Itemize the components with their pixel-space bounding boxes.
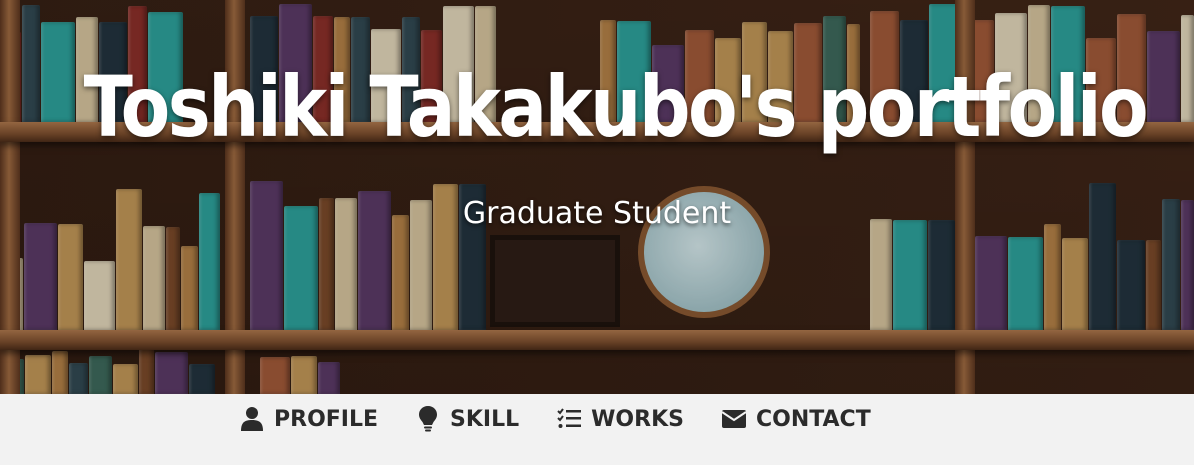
lightbulb-icon: [416, 406, 440, 432]
nav-item-profile[interactable]: PROFILE: [240, 404, 378, 434]
nav-item-label: CONTACT: [755, 406, 871, 432]
nav-item-label: PROFILE: [274, 406, 379, 432]
main-navigation: PROFILE SKILL WORKS CONTACT: [0, 394, 1194, 465]
page-subtitle: Graduate Student: [462, 196, 732, 231]
nav-item-skill[interactable]: SKILL: [416, 404, 519, 434]
nav-item-label: WORKS: [591, 406, 684, 432]
hero-banner: Toshiki Takakubo's portfolio Graduate St…: [0, 0, 1194, 394]
nav-item-contact[interactable]: CONTACT: [721, 404, 871, 434]
nav-item-label: SKILL: [450, 406, 520, 432]
checklist-icon: [557, 407, 582, 431]
user-icon: [240, 407, 264, 431]
nav-item-works[interactable]: WORKS: [557, 404, 684, 434]
page-title: Toshiki Takakubo's portfolio: [83, 58, 1149, 156]
nav-list: PROFILE SKILL WORKS CONTACT: [240, 404, 909, 434]
envelope-icon: [721, 407, 746, 431]
